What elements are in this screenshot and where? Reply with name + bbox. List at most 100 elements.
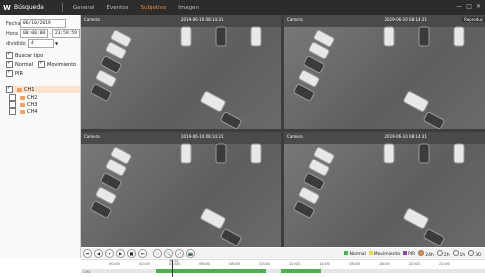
- video-pane-2[interactable]: Camera 2019-06-10 08:14:31 Reproduc: [284, 15, 485, 129]
- ch1-label: CH1: [24, 86, 35, 93]
- timeline-tick: 22:00: [439, 261, 450, 266]
- search-type-checkbox[interactable]: [6, 51, 13, 59]
- movimiento-checkbox[interactable]: [38, 60, 45, 68]
- timeline-tick: 06:00: [199, 261, 210, 266]
- timeline-tick: 08:00: [229, 261, 240, 266]
- skip-back-icon[interactable]: ⏮: [83, 248, 92, 258]
- ch4-checkbox[interactable]: [9, 108, 16, 115]
- video-timestamp: 2019-06-10 08:14:31: [384, 17, 427, 22]
- zoom-icon[interactable]: 🔍: [164, 248, 173, 258]
- fullscreen-icon[interactable]: ⛶: [153, 248, 162, 258]
- close-icon[interactable]: ✕: [476, 3, 481, 10]
- channel-item-ch4[interactable]: CH4: [9, 108, 37, 115]
- type-normal[interactable]: Normal: [6, 60, 34, 68]
- timeline-tick: 10:00: [259, 261, 270, 266]
- pause-icon[interactable]: ⏸: [105, 248, 114, 258]
- timeline-tick: 14:00: [319, 261, 330, 266]
- app-logo: W: [3, 3, 11, 12]
- video-timestamp: 2019-06-10 08:14:31: [181, 17, 224, 22]
- timeline-tick: 18:00: [379, 261, 390, 266]
- range-24h[interactable]: 24h: [418, 250, 434, 258]
- play-icon[interactable]: ▶: [116, 248, 125, 258]
- recording-segment: [281, 269, 321, 273]
- type-pir[interactable]: PIR: [6, 69, 23, 77]
- ch4-label: CH4: [27, 108, 38, 115]
- range-1h[interactable]: 1h: [452, 250, 465, 258]
- channel-item-ch1[interactable]: CH1: [5, 85, 80, 93]
- minimize-icon[interactable]: —: [456, 3, 462, 10]
- timeline-tick: 16:00: [349, 261, 360, 266]
- time-end-field[interactable]: 23:59:59: [51, 29, 80, 38]
- video-pane-3[interactable]: Camera 2019-06-10 08:14:31: [81, 132, 281, 247]
- expand-icon[interactable]: ⤢: [175, 248, 184, 258]
- timeline[interactable]: 00:00 02:00 04:00 06:00 08:00 10:00 12:0…: [81, 259, 485, 277]
- ch3-label: CH3: [27, 101, 38, 108]
- legend-movimiento: Movimiento: [368, 251, 400, 257]
- pir-checkbox[interactable]: [6, 69, 13, 77]
- app-title: Búsqueda: [14, 4, 44, 11]
- search-type-label: Buscar tipo: [15, 52, 44, 59]
- snapshot-icon[interactable]: 📷: [186, 248, 195, 258]
- camera-label: Camera: [84, 134, 100, 139]
- tab-eventos[interactable]: Eventos: [107, 5, 129, 11]
- video-pane-4[interactable]: Camera 2019-06-10 08:14:31: [284, 132, 485, 247]
- time-row: Hora 00:00:00 - 23:59:59: [6, 29, 80, 38]
- grid-divider: [81, 129, 485, 132]
- maximize-icon[interactable]: □: [466, 3, 472, 10]
- time-start-field[interactable]: 00:00:00: [20, 29, 48, 38]
- playback-tag: Reproduc: [462, 17, 485, 22]
- divider: [61, 3, 63, 12]
- normal-label: Normal: [15, 61, 34, 68]
- record-legend: Normal Movimiento PIR 24h 2h 1h 30: [344, 250, 481, 258]
- video-pane-1[interactable]: Camera 2019-06-10 08:14:31: [81, 15, 281, 129]
- legend-normal: Normal: [344, 251, 366, 257]
- timeline-channel-label: CH1: [83, 269, 91, 274]
- tab-general[interactable]: General: [73, 5, 95, 11]
- stop-icon[interactable]: ■: [127, 248, 136, 258]
- camera-label: Camera: [287, 17, 303, 22]
- camera-label: Camera: [84, 17, 100, 22]
- camera-icon: [20, 102, 25, 107]
- date-row: Fecha 06/10/2019: [6, 19, 66, 28]
- divide-label: dividido: [6, 40, 26, 47]
- playback-controls: ⏮ ◀ ⏸ ▶ ■ ⏭ ⛶ 🔍 ⤢ 📷 Normal Movimiento PI…: [81, 248, 485, 258]
- normal-checkbox[interactable]: [6, 60, 13, 68]
- movimiento-label: Movimiento: [47, 61, 77, 68]
- tab-subjetivo[interactable]: Subjetivo: [141, 5, 167, 11]
- reverse-play-icon[interactable]: ◀: [94, 248, 103, 258]
- time-separator: -: [49, 30, 51, 37]
- camera-icon: [17, 87, 22, 92]
- date-field[interactable]: 06/10/2019: [20, 19, 66, 28]
- video-grid[interactable]: Camera 2019-06-10 08:14:31 Camera 2019-0…: [81, 15, 485, 247]
- range-2h[interactable]: 2h: [436, 250, 450, 258]
- divide-row: dividido 4 ▼: [6, 39, 58, 48]
- video-timestamp: 2019-06-10 08:14:31: [384, 134, 427, 139]
- tab-imagen[interactable]: Imagen: [178, 5, 199, 11]
- skip-forward-icon[interactable]: ⏭: [138, 248, 147, 258]
- legend-pir: PIR: [403, 251, 415, 257]
- camera-icon: [20, 95, 25, 100]
- channel-item-ch2[interactable]: CH2: [9, 94, 37, 101]
- window-controls: — □ ✕: [456, 3, 481, 10]
- search-panel: Fecha 06/10/2019 Hora 00:00:00 - 23:59:5…: [0, 15, 81, 258]
- timeline-tick: 20:00: [409, 261, 420, 266]
- type-movimiento[interactable]: Movimiento: [38, 60, 77, 68]
- date-label: Fecha: [6, 20, 21, 27]
- video-timestamp: 2019-06-10 08:14:31: [181, 134, 224, 139]
- ch2-checkbox[interactable]: [9, 94, 16, 101]
- ch2-label: CH2: [27, 94, 38, 101]
- camera-label: Camera: [287, 134, 303, 139]
- timeline-tick: 02:00: [139, 261, 150, 266]
- divide-select[interactable]: 4: [28, 39, 54, 48]
- cursor-time: 08:14: [169, 259, 179, 263]
- pir-label: PIR: [15, 70, 23, 77]
- camera-icon: [20, 109, 25, 114]
- timeline-tick: 00:00: [109, 261, 120, 266]
- range-30[interactable]: 30: [468, 250, 481, 258]
- time-label: Hora: [6, 30, 18, 37]
- channel-item-ch3[interactable]: CH3: [9, 101, 37, 108]
- ch3-checkbox[interactable]: [9, 101, 16, 108]
- chevron-down-icon[interactable]: ▼: [55, 41, 58, 46]
- ch1-checkbox[interactable]: [6, 85, 13, 93]
- title-bar: W Búsqueda General Eventos Subjetivo Ima…: [0, 0, 485, 15]
